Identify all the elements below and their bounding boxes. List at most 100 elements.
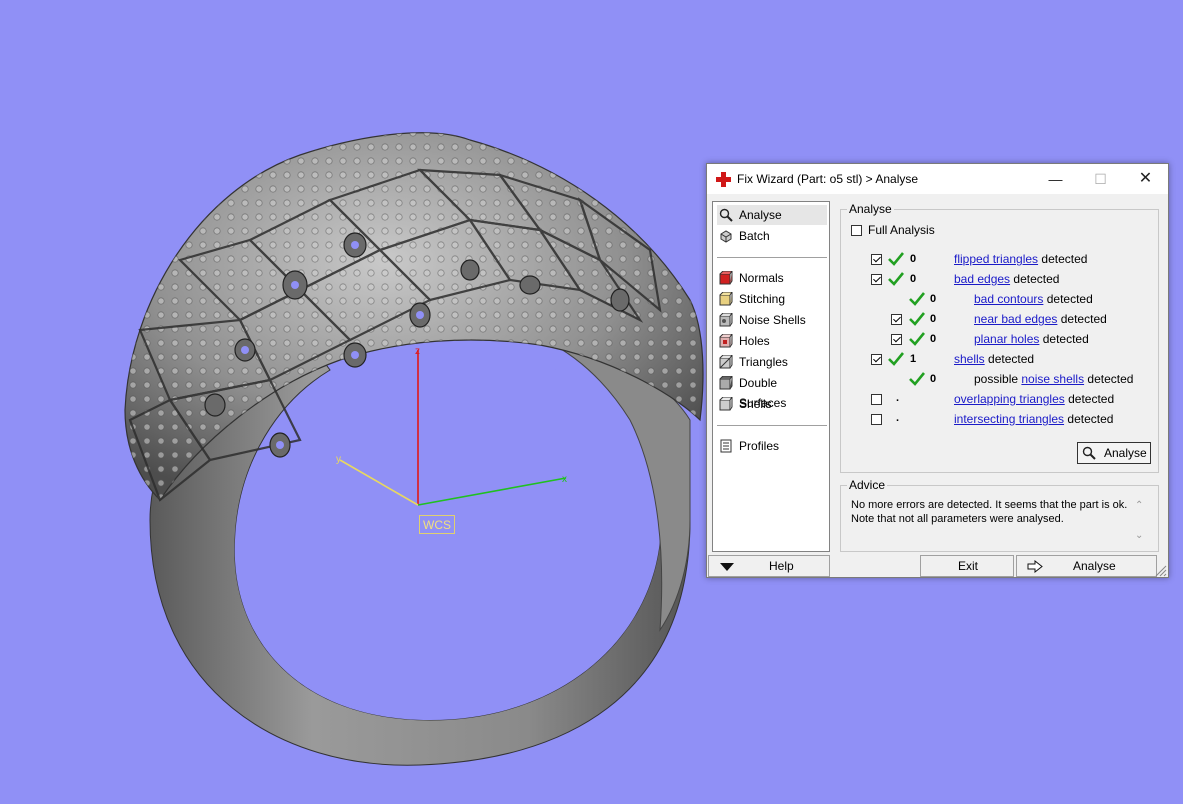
checkmark-icon (909, 312, 925, 326)
overlapping-triangles-text: overlapping triangles detected (954, 392, 1114, 406)
detected-text: detected (988, 352, 1035, 366)
noise-shells-link[interactable]: noise shells (1021, 372, 1084, 386)
bad-edges-link[interactable]: bad edges (954, 272, 1010, 286)
sidebar-item-shells[interactable]: Shells (717, 394, 827, 414)
axis-z-label: z (415, 346, 420, 357)
fix-wizard-dialog: Fix Wizard (Part: o5 stl) > Analyse — ☐ … (706, 163, 1169, 578)
overlapping-triangles-checkbox[interactable] (871, 394, 882, 405)
detected-text: detected (1067, 412, 1114, 426)
sidebar-divider (717, 257, 827, 258)
detected-text: detected (1013, 272, 1060, 286)
checkmark-icon (888, 252, 904, 266)
detected-text: detected (1060, 312, 1107, 326)
checkmark-icon (888, 352, 904, 366)
run-analyse-button[interactable]: Analyse (1077, 442, 1151, 464)
shells-count: 1 (910, 353, 917, 365)
red-cross-icon (716, 172, 731, 187)
checkmark-icon (909, 292, 925, 306)
flipped-triangles-checkbox[interactable] (871, 254, 882, 265)
checkmark-icon (909, 332, 925, 346)
flipped-triangles-text: flipped triangles detected (954, 252, 1087, 266)
batch-icon (720, 230, 732, 243)
arrow-right-icon (1027, 560, 1043, 573)
near-bad-edges-link[interactable]: near bad edges (974, 312, 1057, 326)
intersecting-triangles-checkbox[interactable] (871, 414, 882, 425)
detected-text: detected (1041, 252, 1088, 266)
full-analysis-label: Full Analysis (868, 223, 935, 237)
sidebar-item-double-surfaces[interactable]: Double Surfaces (717, 373, 827, 410)
detected-text: detected (1087, 372, 1134, 386)
checkmark-icon (909, 372, 925, 386)
overlapping-triangles-count: . (896, 392, 900, 404)
next-analyse-button[interactable]: Analyse (1016, 555, 1157, 577)
intersecting-triangles-link[interactable]: intersecting triangles (954, 412, 1064, 426)
full-analysis-checkbox[interactable] (851, 225, 862, 236)
analyse-group-title: Analyse (847, 202, 894, 216)
near-bad-edges-text: near bad edges detected (974, 312, 1107, 326)
bad-contours-count: 0 (930, 293, 937, 305)
shells-checkbox[interactable] (871, 354, 882, 365)
flipped-triangles-count: 0 (910, 253, 917, 265)
minimize-button[interactable]: — (1033, 164, 1078, 194)
magnifier-icon (719, 208, 733, 222)
analyse-group: Analyse Full Analysis 0 flipped triangle… (840, 202, 1159, 473)
sidebar-item-noise-shells[interactable]: Noise Shells (717, 310, 827, 330)
sidebar-item-batch[interactable]: Batch (717, 226, 827, 246)
near-bad-edges-checkbox[interactable] (891, 314, 902, 325)
shells-text: shells detected (954, 352, 1034, 366)
planar-holes-text: planar holes detected (974, 332, 1089, 346)
advice-group: Advice No more errors are detected. It s… (840, 478, 1159, 552)
profiles-icon (720, 439, 732, 453)
sidebar-item-triangles[interactable]: Triangles (717, 352, 827, 372)
planar-holes-count: 0 (930, 333, 937, 345)
bad-edges-text: bad edges detected (954, 272, 1059, 286)
detected-text: detected (1042, 332, 1089, 346)
sidebar-item-stitching[interactable]: Stitching (717, 289, 827, 309)
advice-text: No more errors are detected. It seems th… (851, 499, 1128, 525)
triangles-cube-icon (719, 355, 733, 369)
axis-y-label: y (336, 454, 341, 465)
holes-cube-icon (719, 334, 733, 348)
checkmark-icon (888, 272, 904, 286)
maximize-button[interactable]: ☐ (1078, 164, 1123, 194)
flipped-triangles-link[interactable]: flipped triangles (954, 252, 1038, 266)
noise-shells-count: 0 (930, 373, 937, 385)
help-button[interactable]: Help (708, 555, 830, 577)
detected-text: detected (1068, 392, 1115, 406)
bad-contours-text: bad contours detected (974, 292, 1093, 306)
overlapping-triangles-link[interactable]: overlapping triangles (954, 392, 1065, 406)
wizard-sidebar: Analyse Batch Normals Stitching Noise Sh… (712, 201, 830, 552)
axis-x-label: x (562, 474, 567, 485)
window-title: Fix Wizard (Part: o5 stl) > Analyse (737, 172, 919, 186)
double-surfaces-icon (719, 376, 733, 390)
sidebar-item-profiles[interactable]: Profiles (717, 436, 827, 456)
wcs-label: WCS (419, 515, 455, 534)
close-button[interactable]: ✕ (1123, 164, 1168, 194)
scroll-down-arrow-icon[interactable]: ⌄ (1135, 530, 1143, 541)
triangle-down-icon (720, 563, 734, 571)
intersecting-triangles-text: intersecting triangles detected (954, 412, 1113, 426)
shells-link[interactable]: shells (954, 352, 985, 366)
planar-holes-link[interactable]: planar holes (974, 332, 1039, 346)
exit-button[interactable]: Exit (920, 555, 1014, 577)
sidebar-item-normals[interactable]: Normals (717, 268, 827, 288)
bad-edges-count: 0 (910, 273, 917, 285)
stitching-cube-icon (719, 292, 733, 306)
resize-grip-icon[interactable] (1155, 565, 1167, 577)
sidebar-item-analyse[interactable]: Analyse (717, 205, 827, 225)
intersecting-triangles-count: . (896, 412, 900, 424)
near-bad-edges-count: 0 (930, 313, 937, 325)
normals-cube-icon (719, 271, 733, 285)
bad-contours-link[interactable]: bad contours (974, 292, 1043, 306)
sidebar-divider (717, 425, 827, 426)
bad-edges-checkbox[interactable] (871, 274, 882, 285)
magnifier-icon (1082, 446, 1096, 460)
noise-shells-cube-icon (719, 313, 733, 327)
advice-group-title: Advice (847, 478, 888, 492)
scroll-up-arrow-icon[interactable]: ⌃ (1135, 500, 1143, 511)
sidebar-item-holes[interactable]: Holes (717, 331, 827, 351)
detected-text: detected (1046, 292, 1093, 306)
planar-holes-checkbox[interactable] (891, 334, 902, 345)
title-bar[interactable]: Fix Wizard (Part: o5 stl) > Analyse — ☐ … (707, 164, 1168, 194)
shells-cube-icon (719, 397, 733, 411)
